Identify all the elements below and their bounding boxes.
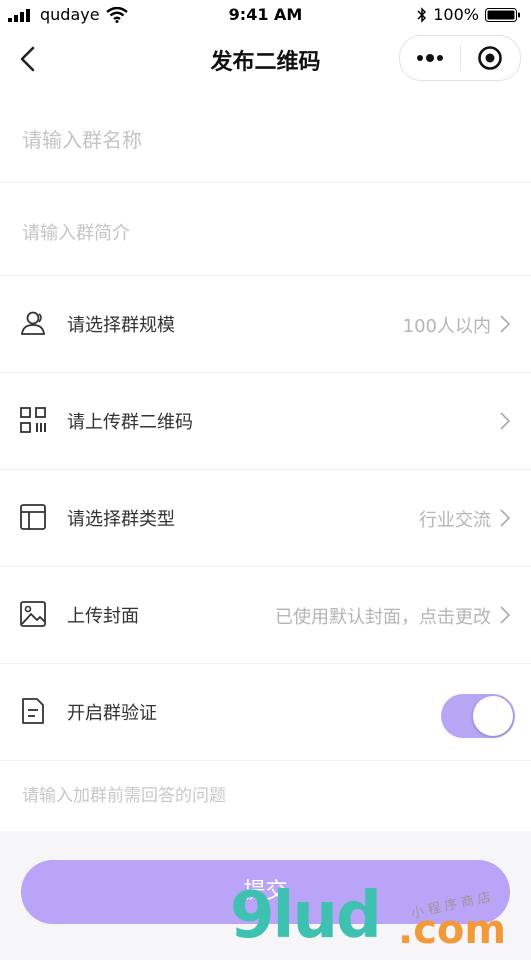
upload-cover-label: 上传封面	[67, 606, 139, 627]
select-group-size-row[interactable]: 请选择群规模 100人以内	[0, 276, 531, 373]
chevron-right-icon	[500, 509, 511, 527]
bluetooth-icon	[417, 6, 427, 23]
watermark-main: 9lud	[230, 879, 382, 953]
chevron-right-icon	[500, 315, 511, 333]
document-icon	[22, 698, 44, 724]
status-right: 100%	[417, 5, 521, 24]
close-miniprogram-button[interactable]	[461, 36, 521, 80]
verify-question-placeholder: 请输入加群前需回答的问题	[22, 786, 226, 806]
publish-form: 请输入群名称 请输入群简介 请选择群规模 100人以内 请上传群二维码 请选择群…	[0, 90, 531, 831]
group-type-value: 行业交流	[419, 510, 491, 531]
group-size-label: 请选择群规模	[67, 315, 175, 336]
status-bar: qudaye 9:41 AM 100%	[0, 0, 531, 30]
toggle-knob	[473, 696, 513, 736]
upload-qrcode-label: 请上传群二维码	[67, 412, 193, 433]
target-icon	[478, 46, 503, 70]
verify-question-input[interactable]: 请输入加群前需回答的问题	[0, 761, 531, 831]
user-icon	[20, 311, 46, 335]
select-group-type-row[interactable]: 请选择群类型 行业交流	[0, 470, 531, 567]
more-button[interactable]	[400, 36, 460, 80]
layout-icon	[20, 504, 46, 530]
watermark-logo: 9lud .com 小程序商店	[230, 880, 530, 960]
group-verify-label: 开启群验证	[67, 703, 157, 724]
mini-program-capsule	[399, 35, 521, 81]
group-type-label: 请选择群类型	[67, 509, 175, 530]
upload-cover-row[interactable]: 上传封面 已使用默认封面，点击更改	[0, 567, 531, 664]
group-name-input[interactable]: 请输入群名称	[0, 90, 531, 183]
upload-cover-value: 已使用默认封面，点击更改	[275, 607, 491, 628]
image-icon	[20, 601, 46, 627]
chevron-right-icon	[500, 606, 511, 624]
group-verify-toggle[interactable]	[441, 694, 515, 738]
nav-bar: 发布二维码	[0, 30, 531, 90]
upload-qrcode-row[interactable]: 请上传群二维码	[0, 373, 531, 470]
battery-percent: 100%	[433, 5, 479, 24]
battery-icon	[485, 7, 520, 22]
qrcode-icon	[20, 407, 46, 433]
more-dots-icon	[416, 54, 443, 62]
group-intro-input[interactable]: 请输入群简介	[0, 183, 531, 276]
chevron-right-icon	[500, 412, 511, 430]
group-verify-row: 开启群验证	[0, 664, 531, 761]
group-size-value: 100人以内	[402, 316, 491, 337]
group-intro-placeholder: 请输入群简介	[22, 223, 130, 244]
group-name-placeholder: 请输入群名称	[22, 128, 142, 152]
